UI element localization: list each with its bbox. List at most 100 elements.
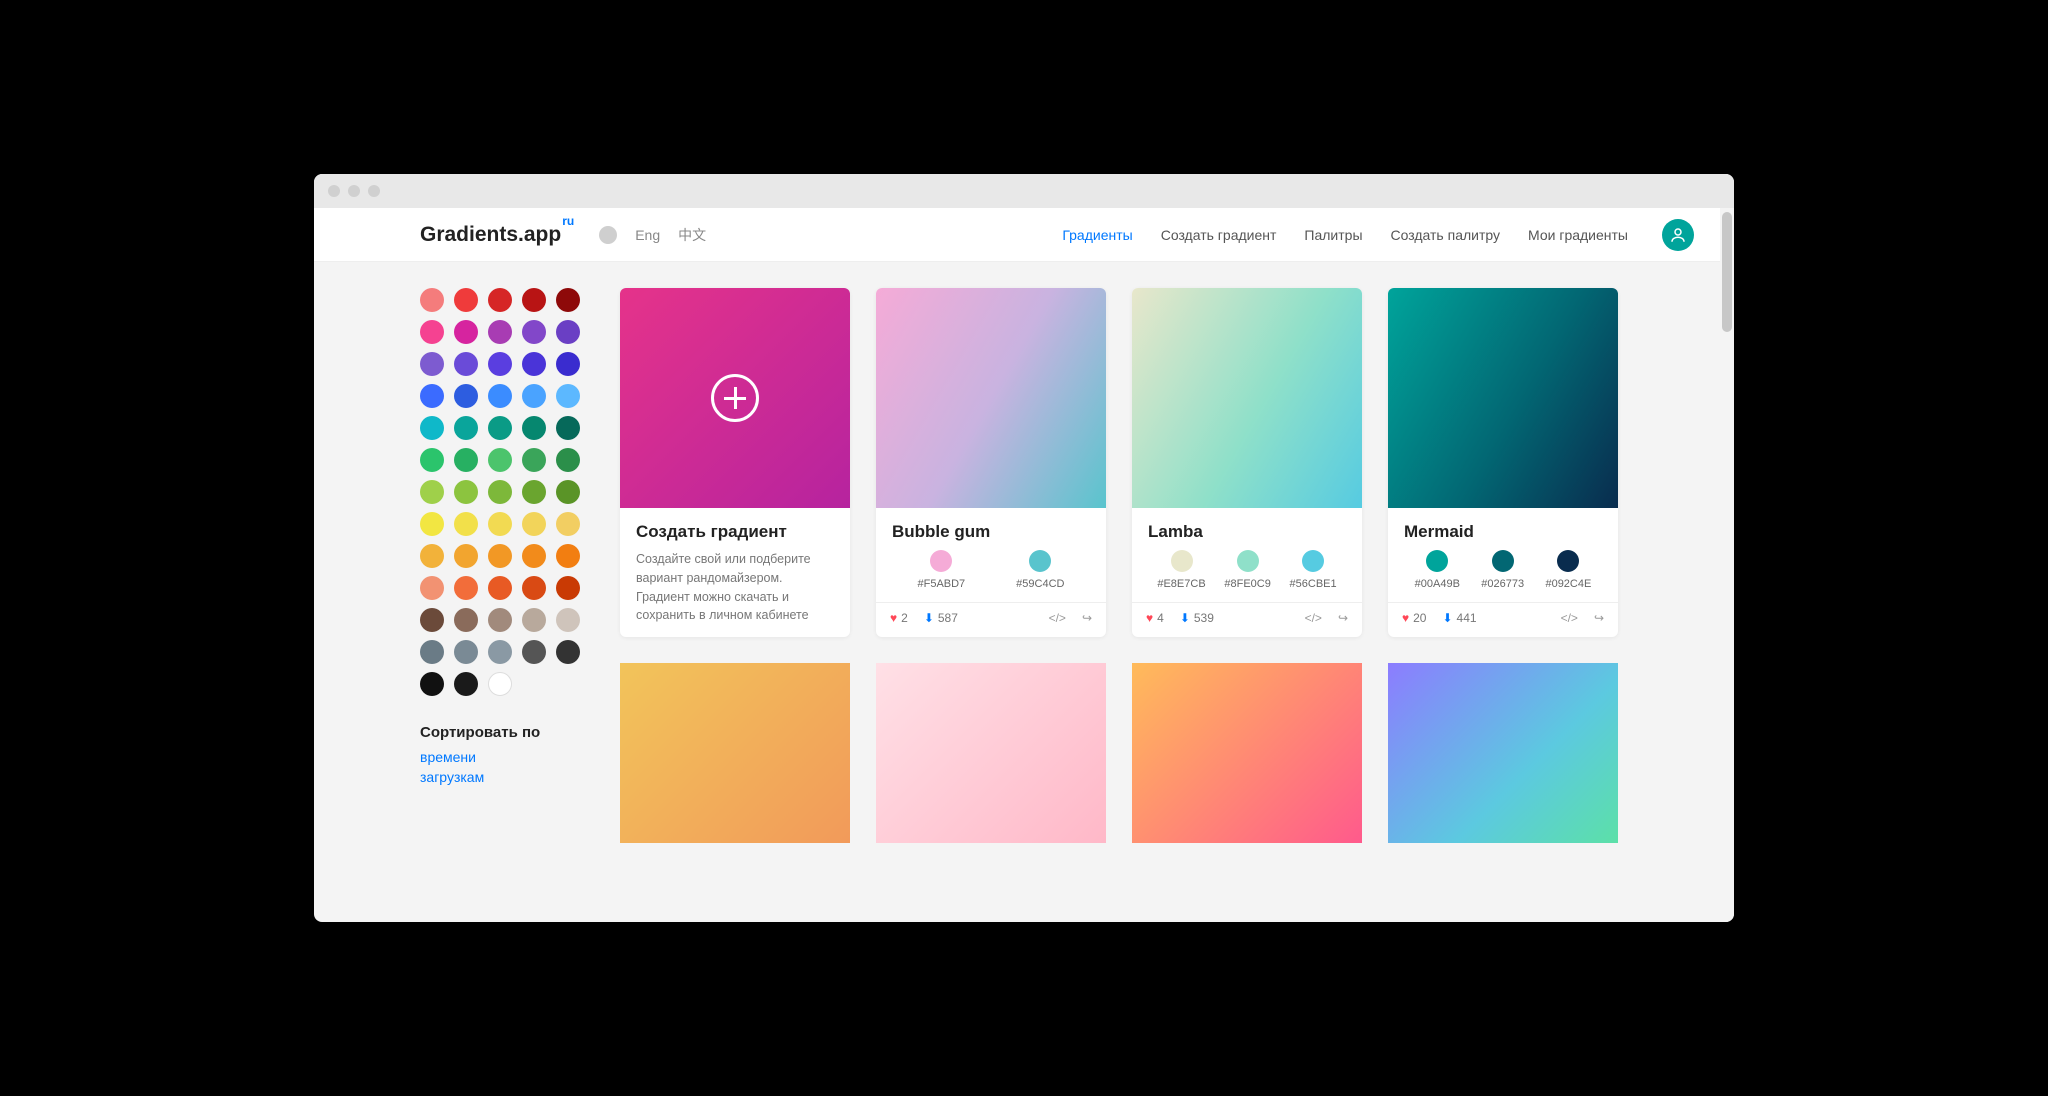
color-swatch[interactable] bbox=[488, 448, 512, 472]
color-swatch[interactable] bbox=[420, 608, 444, 632]
color-swatch[interactable] bbox=[522, 576, 546, 600]
color-swatch[interactable] bbox=[556, 288, 580, 312]
download-button[interactable]: ⬇539 bbox=[1180, 611, 1214, 625]
color-swatch[interactable] bbox=[420, 416, 444, 440]
color-swatch[interactable] bbox=[556, 320, 580, 344]
color-swatch[interactable] bbox=[556, 416, 580, 440]
color-swatch[interactable] bbox=[522, 320, 546, 344]
download-button[interactable]: ⬇587 bbox=[924, 611, 958, 625]
color-swatch[interactable] bbox=[522, 640, 546, 664]
color-swatch[interactable] bbox=[420, 480, 444, 504]
color-swatch[interactable] bbox=[488, 416, 512, 440]
color-swatch[interactable] bbox=[522, 288, 546, 312]
color-swatch[interactable] bbox=[556, 512, 580, 536]
color-chip[interactable]: #56CBE1 bbox=[1290, 550, 1337, 590]
traffic-light-min[interactable] bbox=[348, 185, 360, 197]
scrollbar-thumb[interactable] bbox=[1722, 212, 1732, 332]
color-swatch[interactable] bbox=[454, 544, 478, 568]
color-swatch[interactable] bbox=[420, 448, 444, 472]
card-create-gradient[interactable]: Создать градиент Создайте свой или подбе… bbox=[620, 288, 850, 637]
color-swatch[interactable] bbox=[420, 288, 444, 312]
traffic-light-close[interactable] bbox=[328, 185, 340, 197]
gradient-card[interactable]: Mermaid#00A49B#026773#092C4E♥20⬇441</>↪ bbox=[1388, 288, 1618, 637]
color-swatch[interactable] bbox=[488, 544, 512, 568]
nav-palettes[interactable]: Палитры bbox=[1304, 227, 1362, 243]
globe-icon[interactable] bbox=[599, 226, 617, 244]
color-swatch[interactable] bbox=[454, 640, 478, 664]
color-chip[interactable]: #00A49B bbox=[1415, 550, 1460, 590]
color-swatch[interactable] bbox=[454, 608, 478, 632]
like-button[interactable]: ♥2 bbox=[890, 611, 908, 625]
color-chip[interactable]: #E8E7CB bbox=[1157, 550, 1205, 590]
color-swatch[interactable] bbox=[488, 672, 512, 696]
gradient-card[interactable]: Lamba#E8E7CB#8FE0C9#56CBE1♥4⬇539</>↪ bbox=[1132, 288, 1362, 637]
color-swatch[interactable] bbox=[556, 640, 580, 664]
lang-eng[interactable]: Eng bbox=[635, 227, 660, 243]
color-chip[interactable]: #F5ABD7 bbox=[917, 550, 965, 590]
gradient-preview[interactable] bbox=[620, 663, 850, 843]
share-icon[interactable]: ↪ bbox=[1338, 611, 1348, 625]
color-swatch[interactable] bbox=[420, 352, 444, 376]
color-chip[interactable]: #59C4CD bbox=[1016, 550, 1064, 590]
color-swatch[interactable] bbox=[522, 480, 546, 504]
color-swatch[interactable] bbox=[556, 608, 580, 632]
color-swatch[interactable] bbox=[522, 608, 546, 632]
color-swatch[interactable] bbox=[488, 288, 512, 312]
share-icon[interactable]: ↪ bbox=[1594, 611, 1604, 625]
like-button[interactable]: ♥20 bbox=[1402, 611, 1426, 625]
share-icon[interactable]: ↪ bbox=[1082, 611, 1092, 625]
sort-by-time[interactable]: времени bbox=[420, 749, 590, 765]
color-swatch[interactable] bbox=[522, 544, 546, 568]
color-swatch[interactable] bbox=[420, 384, 444, 408]
nav-gradients[interactable]: Градиенты bbox=[1062, 227, 1132, 243]
color-swatch[interactable] bbox=[488, 352, 512, 376]
code-icon[interactable]: </> bbox=[1561, 611, 1578, 625]
color-swatch[interactable] bbox=[488, 608, 512, 632]
color-swatch[interactable] bbox=[488, 480, 512, 504]
traffic-light-max[interactable] bbox=[368, 185, 380, 197]
color-swatch[interactable] bbox=[522, 416, 546, 440]
color-swatch[interactable] bbox=[420, 512, 444, 536]
color-swatch[interactable] bbox=[522, 448, 546, 472]
color-swatch[interactable] bbox=[488, 640, 512, 664]
color-swatch[interactable] bbox=[454, 576, 478, 600]
color-swatch[interactable] bbox=[556, 384, 580, 408]
color-swatch[interactable] bbox=[522, 384, 546, 408]
color-swatch[interactable] bbox=[556, 352, 580, 376]
code-icon[interactable]: </> bbox=[1305, 611, 1322, 625]
color-swatch[interactable] bbox=[420, 672, 444, 696]
color-swatch[interactable] bbox=[454, 512, 478, 536]
like-button[interactable]: ♥4 bbox=[1146, 611, 1164, 625]
gradient-preview[interactable] bbox=[1132, 663, 1362, 843]
color-swatch[interactable] bbox=[488, 320, 512, 344]
gradient-card[interactable]: Bubble gum#F5ABD7#59C4CD♥2⬇587</>↪ bbox=[876, 288, 1106, 637]
color-swatch[interactable] bbox=[556, 544, 580, 568]
color-swatch[interactable] bbox=[454, 480, 478, 504]
color-chip[interactable]: #026773 bbox=[1481, 550, 1524, 590]
color-swatch[interactable] bbox=[488, 512, 512, 536]
logo[interactable]: Gradients.appru bbox=[420, 222, 573, 247]
color-swatch[interactable] bbox=[454, 288, 478, 312]
avatar[interactable] bbox=[1662, 219, 1694, 251]
color-swatch[interactable] bbox=[454, 448, 478, 472]
color-swatch[interactable] bbox=[556, 448, 580, 472]
nav-create-palette[interactable]: Создать палитру bbox=[1391, 227, 1501, 243]
nav-create-gradient[interactable]: Создать градиент bbox=[1161, 227, 1277, 243]
color-swatch[interactable] bbox=[488, 576, 512, 600]
gradient-preview[interactable] bbox=[876, 663, 1106, 843]
color-swatch[interactable] bbox=[420, 544, 444, 568]
color-swatch[interactable] bbox=[454, 352, 478, 376]
color-swatch[interactable] bbox=[420, 320, 444, 344]
lang-zh[interactable]: 中文 bbox=[678, 225, 706, 245]
color-swatch[interactable] bbox=[522, 352, 546, 376]
color-swatch[interactable] bbox=[454, 320, 478, 344]
color-swatch[interactable] bbox=[454, 416, 478, 440]
color-swatch[interactable] bbox=[454, 672, 478, 696]
download-button[interactable]: ⬇441 bbox=[1442, 611, 1476, 625]
code-icon[interactable]: </> bbox=[1049, 611, 1066, 625]
scrollbar[interactable] bbox=[1720, 208, 1734, 922]
color-chip[interactable]: #092C4E bbox=[1545, 550, 1591, 590]
color-swatch[interactable] bbox=[420, 576, 444, 600]
sort-by-downloads[interactable]: загрузкам bbox=[420, 769, 590, 785]
color-swatch[interactable] bbox=[556, 576, 580, 600]
